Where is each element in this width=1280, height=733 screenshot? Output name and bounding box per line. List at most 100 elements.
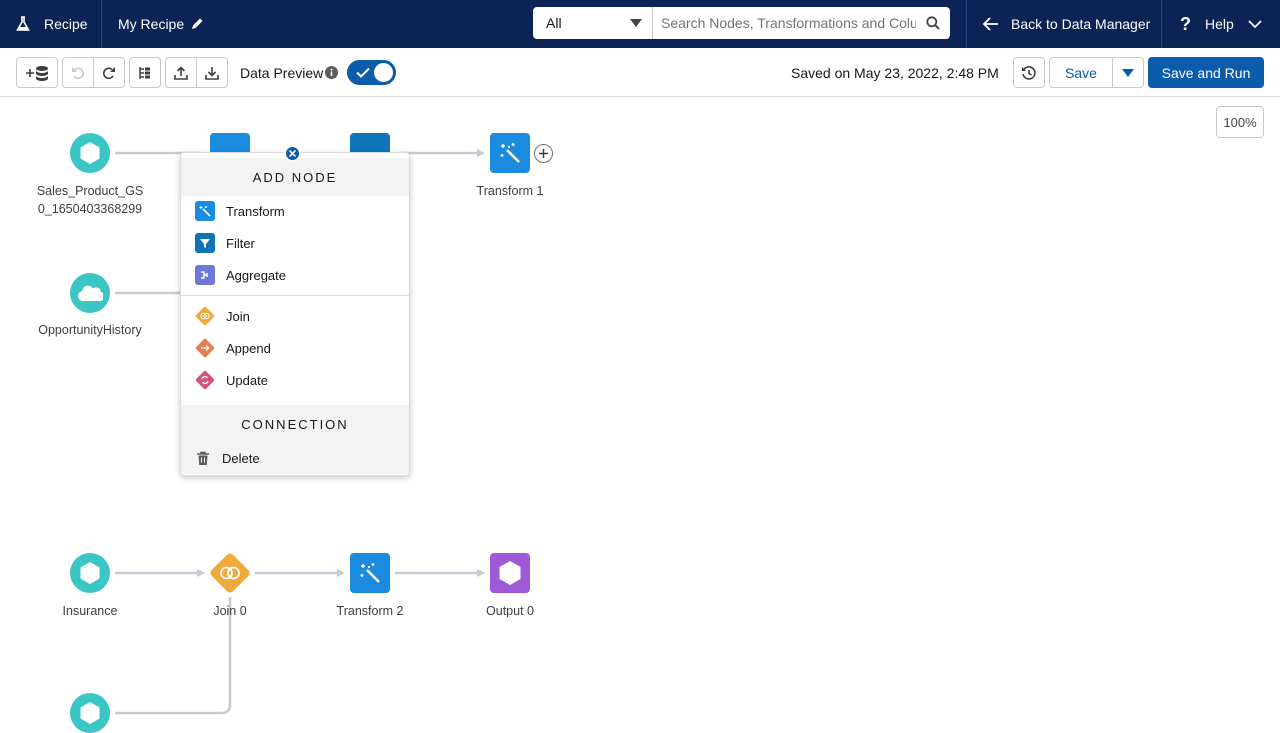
update-icon	[195, 370, 215, 390]
menu-item-label: Aggregate	[226, 267, 286, 283]
upload-icon	[174, 65, 188, 80]
hierarchy-icon	[139, 66, 150, 79]
menu-item-filter[interactable]: Filter	[181, 227, 409, 259]
salesforce-cloud-icon	[78, 285, 103, 302]
menu-item-transform[interactable]: Transform	[181, 195, 409, 227]
dataset-node-icon	[70, 133, 110, 173]
add-node-header: ADD NODE	[181, 158, 409, 196]
info-icon[interactable]	[325, 66, 338, 79]
magic-wand-icon	[500, 143, 520, 163]
menu-item-delete[interactable]: Delete	[181, 442, 409, 474]
divider	[1161, 0, 1162, 48]
history-icon	[1022, 65, 1036, 80]
transform-node-1[interactable]	[490, 133, 530, 173]
input-node-partial[interactable]	[70, 693, 110, 733]
trash-icon	[195, 448, 211, 468]
data-preview-label: Data Preview	[240, 65, 324, 81]
hexagon-icon	[80, 562, 100, 584]
node-label-opportunity-history: OpportunityHistory	[38, 323, 142, 337]
node-label-transform-1: Transform 1	[476, 184, 544, 198]
arrowhead	[197, 569, 205, 577]
help-menu-button[interactable]: ? Help	[1180, 0, 1262, 48]
check-icon	[356, 67, 370, 78]
transform-icon	[195, 201, 215, 221]
menu-item-append[interactable]: Append	[181, 332, 409, 364]
arrowhead	[477, 149, 485, 157]
menu-item-label: Update	[226, 372, 268, 388]
search-input[interactable]	[653, 7, 916, 39]
magic-wand-icon	[360, 563, 380, 583]
node-label-insurance: Insurance	[62, 604, 118, 618]
menu-item-label: Transform	[226, 203, 285, 219]
hexagon-icon	[80, 702, 100, 724]
top-bar: Recipe My Recipe All Back to Data Manage…	[0, 0, 1280, 48]
menu-divider	[181, 295, 409, 296]
help-label: Help	[1205, 16, 1234, 32]
menu-item-aggregate[interactable]: Aggregate	[181, 259, 409, 291]
undo-button[interactable]	[62, 57, 94, 88]
redo-button[interactable]	[93, 57, 125, 88]
save-options-dropdown[interactable]	[1112, 57, 1144, 88]
flask-icon	[16, 16, 30, 31]
add-input-data-button[interactable]	[16, 57, 58, 88]
back-to-data-manager-button[interactable]: Back to Data Manager	[983, 0, 1150, 48]
recipe-name-text: My Recipe	[118, 16, 185, 32]
input-node-sales-product[interactable]	[70, 133, 110, 173]
divider	[101, 0, 102, 48]
dataset-node-icon	[70, 273, 110, 313]
menu-item-label: Filter	[226, 235, 255, 251]
add-node-popover: ADD NODE Transform Filter Aggregate Join…	[180, 152, 410, 476]
input-node-opportunity-history[interactable]	[70, 273, 110, 313]
transform-node-icon	[490, 133, 530, 173]
node-label-join-0: Join 0	[213, 604, 247, 618]
recipe-toolbar: Data Preview Saved on May 23, 2022, 2:48…	[0, 48, 1280, 97]
menu-item-join[interactable]: Join	[181, 300, 409, 332]
node-label-transform-2: Transform 2	[336, 604, 404, 618]
transform-node-icon	[350, 553, 390, 593]
add-node-button[interactable]	[534, 144, 553, 163]
search-scope-select[interactable]: All	[533, 7, 653, 39]
help-icon: ?	[1180, 13, 1191, 34]
app-name: Recipe	[44, 16, 88, 32]
connection-header: CONNECTION	[181, 405, 409, 443]
join-node-icon	[210, 553, 250, 593]
divider	[966, 0, 967, 48]
pencil-icon[interactable]	[190, 17, 204, 31]
output-node-icon	[490, 553, 530, 593]
output-node-0[interactable]	[490, 553, 530, 593]
download-button[interactable]	[196, 57, 228, 88]
hexagon-icon	[499, 561, 521, 585]
chevron-down-icon	[1122, 68, 1134, 77]
close-icon	[289, 150, 296, 157]
menu-item-update[interactable]: Update	[181, 364, 409, 396]
data-preview-toggle[interactable]	[347, 60, 396, 85]
append-icon	[195, 338, 215, 358]
arrowhead	[477, 569, 485, 577]
recipe-name[interactable]: My Recipe	[118, 0, 204, 48]
close-popover-button[interactable]	[284, 145, 301, 162]
menu-item-label: Delete	[222, 450, 260, 466]
saved-status: Saved on May 23, 2022, 2:48 PM	[791, 65, 999, 81]
join-icon	[195, 306, 215, 326]
search-button[interactable]	[916, 7, 950, 39]
transform-node-2[interactable]	[350, 553, 390, 593]
undo-icon	[72, 66, 84, 79]
dataset-node-icon	[70, 693, 110, 733]
auto-layout-button[interactable]	[129, 57, 161, 88]
arrow-left-icon	[983, 17, 998, 31]
plus-icon	[539, 149, 548, 158]
recipe-history-button[interactable]	[1013, 57, 1045, 88]
menu-item-label: Join	[226, 308, 250, 324]
search-bar: All	[533, 7, 950, 39]
toggle-knob	[374, 63, 393, 82]
join-node-0[interactable]	[207, 550, 253, 601]
chevron-down-icon	[630, 19, 642, 27]
save-button[interactable]: Save	[1049, 57, 1113, 88]
dataset-node-icon	[70, 553, 110, 593]
chevron-down-icon	[1248, 19, 1262, 28]
app-title: Recipe	[16, 0, 88, 48]
save-and-run-button[interactable]: Save and Run	[1148, 57, 1264, 88]
filter-icon	[195, 233, 215, 253]
upload-button[interactable]	[165, 57, 197, 88]
input-node-insurance[interactable]	[70, 553, 110, 593]
